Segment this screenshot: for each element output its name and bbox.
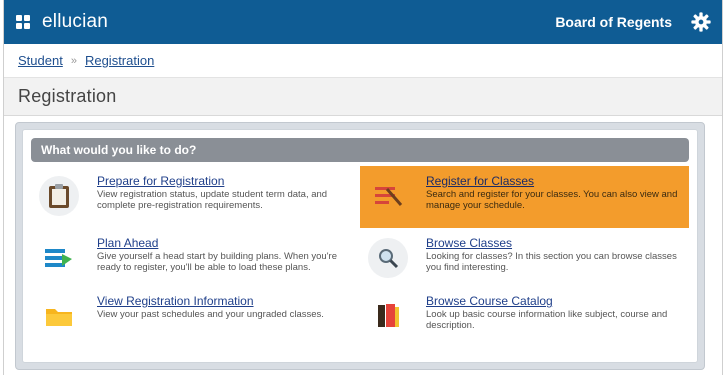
content-area: What would you like to do? Prepare for R… — [15, 122, 705, 370]
breadcrumb: Student » Registration — [4, 44, 722, 78]
option-description: Looking for classes? In this section you… — [426, 251, 677, 273]
option-browse-classes[interactable]: Browse Classes Looking for classes? In t… — [360, 228, 689, 286]
registration-options: Prepare for Registration View registrati… — [31, 166, 689, 348]
institution-name[interactable]: Board of Regents — [555, 14, 672, 30]
top-bar: ellucian Board of Regents — [4, 0, 722, 44]
option-browse-course-catalog[interactable]: Browse Course Catalog Look up basic cour… — [360, 286, 689, 348]
option-title[interactable]: Plan Ahead — [97, 236, 352, 250]
option-description: Give yourself a head start by building p… — [97, 251, 337, 273]
option-register-classes[interactable]: Register for Classes Search and register… — [360, 166, 689, 228]
panel-header: What would you like to do? — [31, 138, 689, 162]
option-title[interactable]: Register for Classes — [426, 174, 681, 188]
clipboard-icon — [39, 176, 79, 216]
option-prepare-registration[interactable]: Prepare for Registration View registrati… — [31, 166, 360, 228]
brand-logo: ellucian — [42, 11, 109, 32]
breadcrumb-separator: » — [70, 54, 77, 67]
option-plan-ahead[interactable]: Plan Ahead Give yourself a head start by… — [31, 228, 360, 286]
option-description: Look up basic course information like su… — [426, 309, 668, 331]
folder-icon — [39, 296, 79, 336]
option-title[interactable]: Browse Classes — [426, 236, 681, 250]
option-view-registration-info[interactable]: View Registration Information View your … — [31, 286, 360, 348]
option-description: View registration status, update student… — [97, 189, 328, 211]
plan-ahead-icon — [39, 238, 79, 278]
option-title[interactable]: View Registration Information — [97, 294, 352, 308]
breadcrumb-student[interactable]: Student — [18, 53, 63, 68]
breadcrumb-registration[interactable]: Registration — [85, 53, 154, 68]
option-title[interactable]: Prepare for Registration — [97, 174, 352, 188]
register-icon — [368, 176, 408, 216]
apps-grid-icon[interactable] — [16, 15, 30, 29]
gear-icon[interactable] — [690, 11, 712, 33]
option-description: Search and register for your classes. Yo… — [426, 189, 678, 211]
page-title: Registration — [18, 86, 117, 106]
registration-panel: What would you like to do? Prepare for R… — [22, 129, 698, 363]
option-description: View your past schedules and your ungrad… — [97, 309, 324, 320]
magnifier-icon — [368, 238, 408, 278]
page-title-bar: Registration — [4, 78, 722, 116]
option-title[interactable]: Browse Course Catalog — [426, 294, 681, 308]
catalog-books-icon — [368, 296, 408, 336]
